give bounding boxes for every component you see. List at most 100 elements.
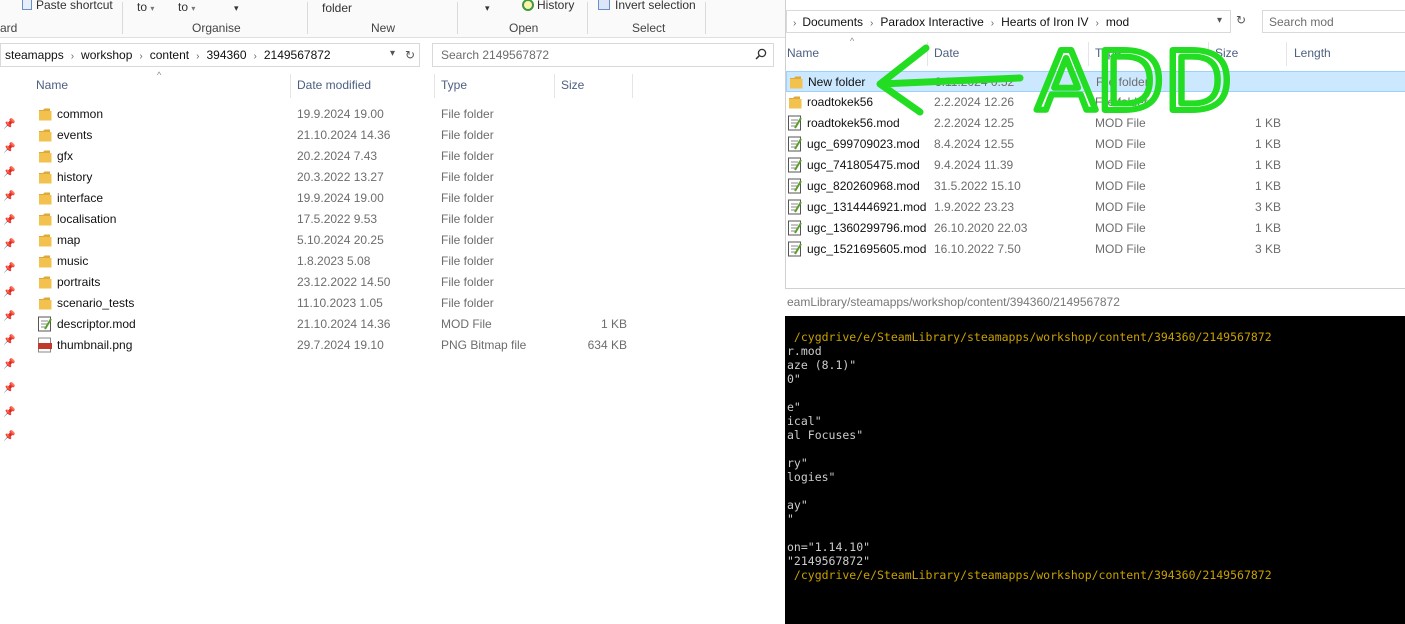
file-icon-cell [38,253,52,269]
file-list-row[interactable]: localisation 17.5.2022 9.53 File folder [0,209,785,230]
file-size: 1 KB [1254,116,1281,130]
invert-selection-label: Invert selection [615,0,696,12]
column-divider[interactable] [1286,42,1287,66]
file-list-row[interactable]: gfx 20.2.2024 7.43 File folder [0,146,785,167]
column-header-size[interactable]: Size [1215,46,1238,60]
breadcrumb-item[interactable]: Hearts of Iron IV [1001,15,1088,29]
column-header-name[interactable]: Name [36,78,68,92]
file-list-row[interactable]: ugc_820260968.mod 31.5.2022 15.10 MOD File… [786,176,1405,197]
column-divider[interactable] [290,74,291,98]
pin-icon[interactable]: 📌 [3,383,15,394]
history-button[interactable]: History [522,0,574,12]
terminal-output[interactable]: /cygdrive/e/SteamLibrary/steamapps/works… [785,316,1405,624]
address-bar[interactable]: steamapps › workshop › content › 394360 › 214956… [0,43,420,67]
file-list-row[interactable]: ugc_1360299796.mod 26.10.2020 22.03 MOD Fi… [786,218,1405,239]
file-list-row[interactable]: history 20.3.2022 13.27 File folder [0,167,785,188]
move-to-button[interactable]: to ▾ [137,0,154,14]
pin-icon[interactable]: 📌 [3,407,15,418]
column-divider[interactable] [434,74,435,98]
new-folder-button[interactable]: folder [322,1,352,15]
file-name: thumbnail.png [57,338,133,352]
column-header-length[interactable]: Length [1294,46,1331,60]
paste-shortcut-button[interactable]: Paste shortcut [22,0,113,12]
file-list-row[interactable]: ugc_699709023.mod 8.4.2024 12.55 MOD File 1… [786,134,1405,155]
open-dropdown-button[interactable]: ▾ [485,0,490,14]
file-name: gfx [57,149,74,163]
file-list-row[interactable]: events 21.10.2024 14.36 File folder [0,125,785,146]
refresh-icon[interactable]: ↻ [405,48,415,62]
file-list-row[interactable]: music 1.8.2023 5.08 File folder [0,251,785,272]
organise-group-label: Organise [192,21,241,35]
file-list-row[interactable]: descriptor.mod 21.10.2024 14.36 MOD File 1 … [0,314,785,335]
png-file-icon [38,337,52,353]
file-list-row[interactable]: ugc_1314446921.mod 1.9.2022 23.23 MOD File… [786,197,1405,218]
mod-file-icon [788,178,802,194]
file-list-row-selected[interactable]: New folder 3.11.2024 0.52 File folder [786,71,1405,92]
column-header-date-modified[interactable]: Date modified [297,78,371,92]
breadcrumb-item[interactable]: steamapps [5,48,64,62]
file-name: descriptor.mod [57,317,136,331]
column-header-type[interactable]: Type [1095,46,1121,60]
column-header-size[interactable]: Size [561,78,584,92]
file-list-row[interactable]: roadtokek56.mod 2.2.2024 12.25 MOD File 1 K… [786,113,1405,134]
breadcrumb-item[interactable]: 394360 [206,48,246,62]
column-divider[interactable] [1088,42,1089,66]
file-list-row[interactable]: portraits 23.12.2022 14.50 File folder [0,272,785,293]
mod-file-icon [788,157,802,173]
column-divider[interactable] [554,74,555,98]
breadcrumb-item[interactable]: workshop [81,48,132,62]
pin-icon[interactable]: 📌 [3,431,15,442]
file-list-row[interactable]: ugc_1521695605.mod 16.10.2022 7.50 MOD Fil… [786,239,1405,260]
file-date-modified: 29.7.2024 19.10 [297,338,384,352]
refresh-icon[interactable]: ↻ [1236,13,1246,27]
column-header-type[interactable]: Type [441,78,467,92]
pin-icon[interactable]: 📌 [3,359,15,370]
file-list-row[interactable]: map 5.10.2024 20.25 File folder [0,230,785,251]
column-header-date[interactable]: Date [934,46,959,60]
file-list-row[interactable]: ugc_741805475.mod 9.4.2024 11.39 MOD File 1… [786,155,1405,176]
file-size: 1 KB [1254,221,1281,235]
chevron-down-icon: ▾ [150,4,155,13]
file-icon-cell [38,211,52,227]
breadcrumb-item[interactable]: Documents [802,15,863,29]
file-date: 1.9.2022 23.23 [934,200,1015,214]
file-date-modified: 19.9.2024 19.00 [297,107,384,121]
file-name: scenario_tests [57,296,135,310]
breadcrumb-item[interactable]: mod [1106,15,1129,29]
file-type: PNG Bitmap file [441,338,527,352]
file-name: roadtokek56 [807,95,874,109]
terminal-output-line: "2149567872" [787,554,871,568]
address-history-dropdown-icon[interactable]: ▾ [1217,15,1222,26]
file-name: localisation [57,212,117,226]
history-icon [522,0,534,11]
breadcrumb-item[interactable]: Paradox Interactive [880,15,983,29]
column-header-name[interactable]: Name [787,46,819,60]
folder-icon [39,276,52,289]
search-input[interactable]: Search 2149567872 [432,43,774,67]
ribbon-divider [457,2,458,34]
file-list-row[interactable]: common 19.9.2024 19.00 File folder [0,104,785,125]
search-input[interactable]: Search mod [1262,10,1405,33]
address-bar[interactable]: › Documents › Paradox Interactive › Hearts of… [786,10,1231,33]
breadcrumb-item[interactable]: 2149567872 [264,48,331,62]
move-to-label: to [137,0,148,14]
column-divider[interactable] [927,42,928,66]
breadcrumb-item[interactable]: content [150,48,189,62]
file-list-row[interactable]: roadtokek56 2.2.2024 12.26 File folder [786,92,1405,113]
file-icon-cell [788,115,802,131]
file-list-row[interactable]: scenario_tests 11.10.2023 1.05 File folder [0,293,785,314]
file-list-row[interactable]: thumbnail.png 29.7.2024 19.10 PNG Bitmap f… [0,335,785,356]
address-history-dropdown-icon[interactable]: ▾ [390,48,395,59]
copy-to-button[interactable]: to ▾ [178,0,195,14]
column-divider[interactable] [1208,42,1209,66]
invert-selection-button[interactable]: Invert selection [598,0,696,12]
chevron-down-icon: ▾ [234,3,239,13]
file-list-row[interactable]: interface 19.9.2024 19.00 File folder [0,188,785,209]
column-divider[interactable] [632,74,633,98]
mod-file-icon [788,220,802,236]
file-size: 3 KB [1254,242,1281,256]
select-group-label: Select [632,21,666,35]
delete-dropdown-button[interactable]: ▾ [234,0,239,14]
ribbon-toolbar: ard Paste shortcut to ▾ to ▾ ▾ Organise … [0,0,785,38]
file-type: File folder [441,296,494,310]
